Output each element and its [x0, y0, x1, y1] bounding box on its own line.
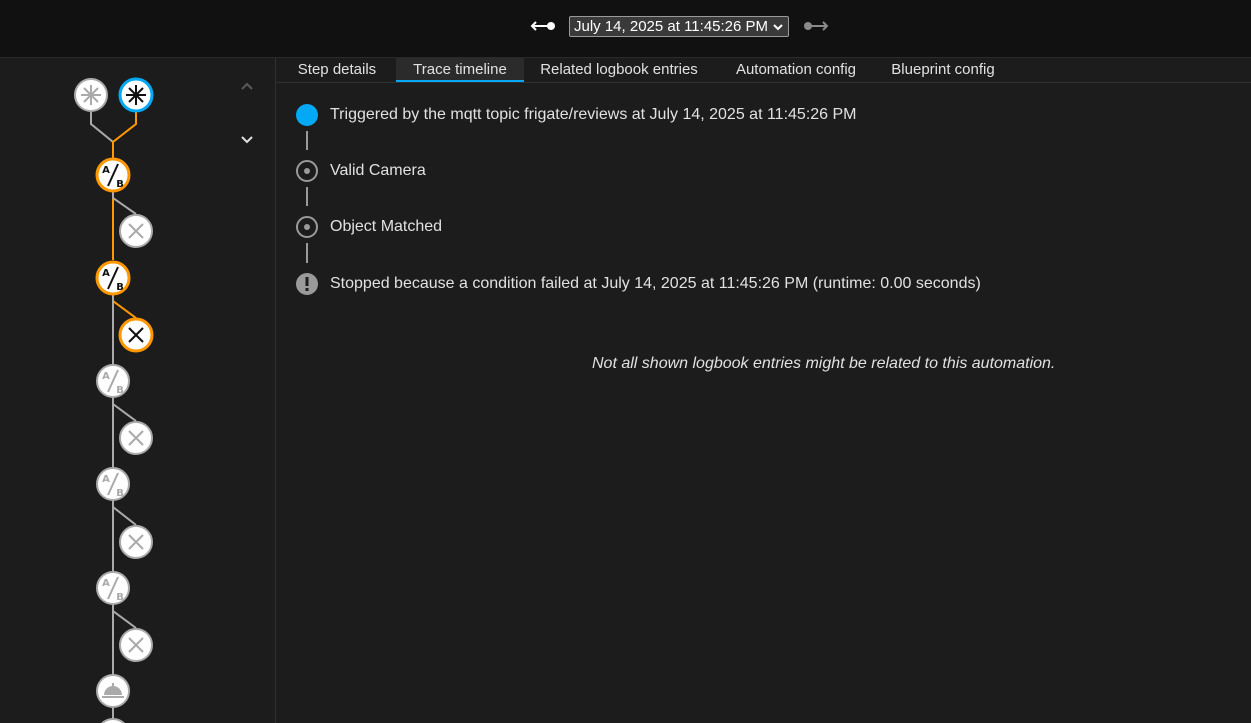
- svg-text:B: B: [116, 282, 124, 293]
- timeline-item-stopped: Stopped because a condition failed at Ju…: [294, 271, 981, 297]
- timeline-item-condition: Object Matched: [294, 214, 442, 240]
- timeline-item-text: Stopped because a condition failed at Ju…: [330, 275, 981, 292]
- graph-node-partial[interactable]: [97, 718, 129, 723]
- trace-graph: A B A B A B A B A B: [74, 77, 154, 723]
- graph-scroll-down-button[interactable]: [236, 128, 258, 150]
- svg-text:A: A: [102, 268, 110, 279]
- svg-text:B: B: [116, 488, 124, 499]
- chevron-down-icon: [241, 136, 253, 144]
- svg-text:A: A: [102, 474, 110, 485]
- choose-node[interactable]: A B: [96, 364, 130, 398]
- arrow-left-icon: [530, 21, 555, 31]
- timeline-connector: [306, 131, 308, 150]
- trace-header: July 14, 2025 at 11:45:26 PM: [0, 0, 1251, 58]
- choose-node[interactable]: A B: [96, 571, 130, 605]
- timeline-item-trigger: Triggered by the mqtt topic frigate/revi…: [294, 102, 857, 128]
- svg-text:B: B: [116, 592, 124, 603]
- alert-icon: [296, 273, 318, 295]
- timeline-connector: [306, 187, 308, 206]
- graph-scroll-up-button[interactable]: [236, 75, 258, 97]
- timeline-item-text: Object Matched: [330, 218, 443, 235]
- timeline-item-text: Triggered by the mqtt topic frigate/revi…: [330, 106, 857, 123]
- tab-step-details[interactable]: Step details: [290, 58, 384, 82]
- stop-node[interactable]: [118, 317, 154, 353]
- tab-blueprint-config[interactable]: Blueprint config: [888, 58, 998, 82]
- trace-select-value: July 14, 2025 at 11:45:26 PM: [574, 18, 769, 35]
- choose-node[interactable]: A B: [95, 157, 131, 193]
- stop-node[interactable]: [119, 628, 153, 662]
- svg-text:A: A: [102, 165, 110, 176]
- trace-tabs: Step details Trace timeline Related logb…: [276, 58, 1251, 83]
- logbook-note: Not all shown logbook entries might be r…: [592, 355, 1056, 372]
- timeline-item-text: Valid Camera: [330, 162, 426, 179]
- trace-select[interactable]: July 14, 2025 at 11:45:26 PM: [569, 16, 789, 37]
- chevron-down-icon: [773, 24, 783, 31]
- svg-text:A: A: [102, 578, 110, 589]
- choose-node[interactable]: A B: [95, 260, 131, 296]
- stop-node[interactable]: [119, 421, 153, 455]
- trace-graph-panel: A B A B A B A B A B: [0, 58, 276, 723]
- tab-automation-config[interactable]: Automation config: [732, 58, 860, 82]
- chevron-up-icon: [241, 82, 253, 90]
- condition-dot-icon: [296, 160, 318, 182]
- stop-node[interactable]: [119, 214, 153, 248]
- condition-dot-icon: [296, 216, 318, 238]
- previous-trace-button[interactable]: [528, 14, 558, 38]
- timeline-item-condition: Valid Camera: [294, 158, 426, 184]
- timeline-connector: [306, 243, 308, 263]
- asterisk-icon: [81, 85, 101, 105]
- svg-text:B: B: [116, 179, 124, 190]
- stop-node[interactable]: [119, 525, 153, 559]
- trigger-dot-icon: [296, 104, 318, 126]
- svg-text:B: B: [116, 385, 124, 396]
- next-trace-button[interactable]: [801, 14, 831, 38]
- choose-node[interactable]: A B: [96, 467, 130, 501]
- tab-related-logbook-entries[interactable]: Related logbook entries: [538, 58, 700, 82]
- svg-text:A: A: [102, 371, 110, 382]
- arrow-right-icon: [804, 21, 829, 31]
- service-node[interactable]: [96, 674, 130, 708]
- tab-trace-timeline[interactable]: Trace timeline: [396, 58, 524, 82]
- trigger-node-inactive[interactable]: [74, 78, 108, 112]
- asterisk-icon: [126, 85, 146, 105]
- trigger-node-active[interactable]: [118, 77, 154, 113]
